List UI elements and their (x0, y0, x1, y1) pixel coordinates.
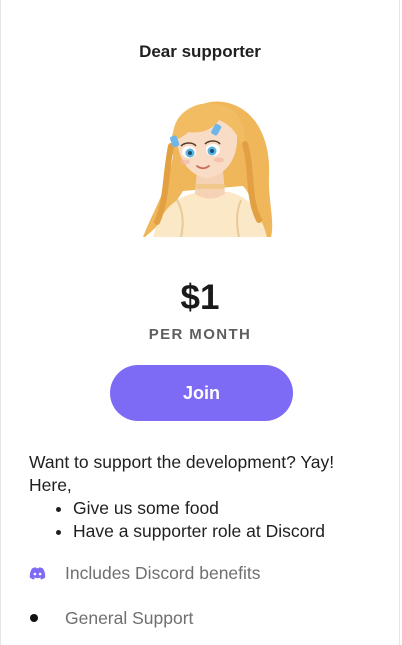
join-button[interactable]: Join (110, 365, 293, 421)
description-bullet-list: Give us some food Have a supporter role … (29, 497, 379, 543)
tier-description: Want to support the development? Yay! He… (29, 451, 379, 543)
description-bullet: Have a supporter role at Discord (73, 520, 379, 543)
tier-title: Dear supporter (139, 42, 261, 61)
discord-icon (29, 566, 65, 580)
benefit-label: Includes Discord benefits (65, 562, 261, 583)
benefit-label: General Support (65, 607, 194, 628)
tier-price: $1 (180, 278, 220, 317)
benefit-discord: Includes Discord benefits (29, 561, 379, 585)
tier-avatar-image (143, 101, 273, 237)
tier-period: PER MONTH (148, 326, 252, 343)
description-intro: Want to support the development? Yay! He… (29, 452, 335, 495)
tier-card: Dear supporter $1 PER MONTH Join Want to… (0, 0, 400, 645)
description-bullet: Give us some food (73, 497, 379, 520)
bullet-dot-icon (29, 614, 65, 622)
benefit-general-support: General Support (29, 606, 379, 630)
